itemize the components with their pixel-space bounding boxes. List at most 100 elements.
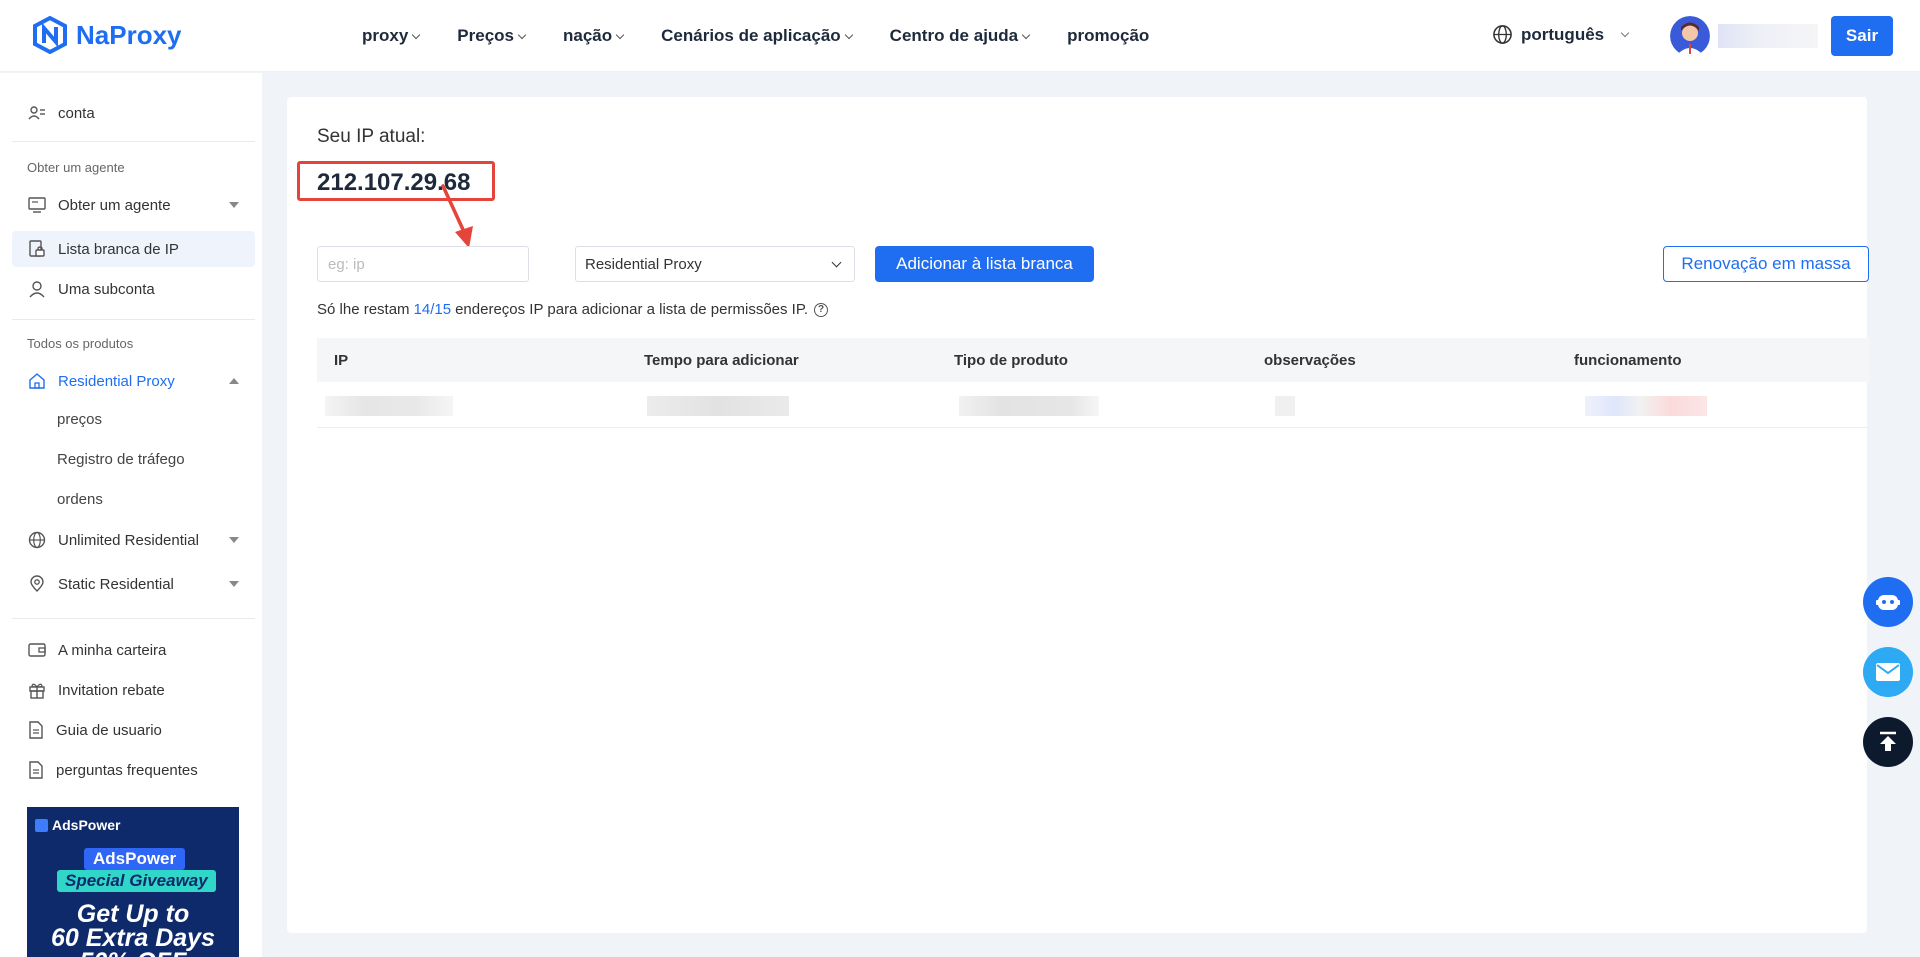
sidebar-item-user-guide[interactable]: Guia de usuario — [12, 712, 255, 748]
logo[interactable]: NaProxy — [32, 16, 182, 54]
ip-input[interactable] — [317, 246, 529, 282]
sidebar-subitem-traffic-log[interactable]: Registro de tráfego — [57, 451, 185, 468]
sidebar-item-get-agent[interactable]: Obter um agente — [12, 187, 255, 223]
logo-text: NaProxy — [76, 19, 182, 50]
sidebar-item-label: Unlimited Residential — [58, 531, 199, 549]
nav-label: proxy — [362, 26, 409, 45]
globe-icon — [1493, 25, 1512, 44]
home-icon — [29, 373, 45, 389]
user-icon — [29, 281, 45, 298]
sidebar-item-unlimited-residential[interactable]: Unlimited Residential — [12, 522, 255, 558]
product-type-select[interactable]: Residential Proxy — [575, 246, 855, 282]
ad-brand: AdsPower — [35, 817, 120, 833]
caret-up-icon — [229, 378, 239, 384]
help-icon[interactable]: ? — [814, 302, 829, 317]
nav-prices[interactable]: Preços — [457, 26, 527, 46]
document-icon — [29, 761, 43, 779]
nav-help-center[interactable]: Centro de ajuda — [889, 26, 1031, 46]
sidebar-item-label: Uma subconta — [58, 280, 155, 298]
divider — [12, 141, 255, 142]
nav-scenarios[interactable]: Cenários de aplicação — [661, 26, 853, 46]
location-pin-icon — [30, 575, 44, 592]
nav-proxy[interactable]: proxy — [362, 26, 421, 46]
sidebar-item-label: Lista branca de IP — [58, 240, 179, 258]
remain-count: 14/15 — [413, 301, 452, 318]
sidebar: conta Obter um agente Obter um agente Li… — [0, 73, 262, 957]
blurred-actions[interactable] — [1585, 396, 1707, 416]
wallet-icon — [28, 643, 46, 657]
chevron-down-icon — [615, 30, 625, 39]
sidebar-item-invitation[interactable]: Invitation rebate — [12, 672, 255, 708]
sidebar-item-static-residential[interactable]: Static Residential — [12, 566, 255, 602]
sidebar-item-account[interactable]: conta — [12, 95, 255, 131]
adspower-banner[interactable]: AdsPower AdsPower Special Giveaway Get U… — [27, 807, 239, 957]
col-notes: observações — [1264, 351, 1356, 369]
arrow-up-icon — [1880, 731, 1896, 751]
chevron-down-icon — [412, 30, 421, 39]
sidebar-item-label: Residential Proxy — [58, 372, 175, 390]
table-row — [317, 382, 1869, 428]
monitor-icon — [28, 197, 46, 213]
add-to-whitelist-button[interactable]: Adicionar à lista branca — [875, 246, 1094, 282]
whitelist-table: IP Tempo para adicionar Tipo de produto … — [317, 338, 1869, 428]
email-button[interactable] — [1863, 647, 1913, 697]
remain-prefix: Só lhe restam — [317, 301, 410, 318]
sidebar-subitem-orders[interactable]: ordens — [57, 491, 103, 508]
logout-button[interactable]: Sair — [1831, 16, 1893, 56]
ad-giveaway: Special Giveaway — [57, 870, 216, 892]
avatar[interactable] — [1670, 16, 1710, 56]
ad-pill: AdsPower — [84, 848, 186, 870]
remaining-ip-notice: Só lhe restam 14/15 endereços IP para ad… — [317, 301, 829, 318]
sidebar-item-label: Invitation rebate — [58, 681, 165, 699]
chevron-down-icon — [1620, 28, 1630, 38]
nav-label: Centro de ajuda — [889, 26, 1019, 45]
user-avatar-icon — [1670, 16, 1710, 56]
blurred-notes — [1275, 396, 1295, 416]
lock-doc-icon — [29, 240, 45, 257]
ad-headline-3: 50% OFF — [27, 949, 239, 957]
sidebar-subitem-prices[interactable]: preços — [57, 411, 102, 428]
sidebar-item-label: Static Residential — [58, 575, 174, 593]
chevron-down-icon — [831, 257, 842, 268]
annotation-arrow-icon — [441, 184, 473, 248]
divider — [12, 319, 255, 320]
col-actions: funcionamento — [1574, 351, 1682, 369]
section-label: Obter um agente — [27, 160, 125, 175]
main-nav: proxy Preços nação Cenários de aplicação… — [362, 0, 1187, 72]
col-product-type: Tipo de produto — [954, 351, 1068, 369]
nav-nation[interactable]: nação — [563, 26, 625, 46]
blurred-time — [647, 396, 789, 416]
sidebar-item-wallet[interactable]: A minha carteira — [12, 632, 255, 668]
caret-down-icon — [229, 581, 239, 587]
language-selector[interactable]: português — [1492, 24, 1630, 45]
table-header: IP Tempo para adicionar Tipo de produto … — [317, 338, 1869, 382]
gift-icon — [29, 683, 45, 699]
nav-label: Preços — [457, 26, 514, 45]
bulk-renew-button[interactable]: Renovação em massa — [1663, 246, 1869, 282]
globe-icon — [28, 531, 46, 549]
whitelist-card: Seu IP atual: 212.107.29.68 Residential … — [287, 97, 1869, 933]
sidebar-item-residential-proxy[interactable]: Residential Proxy — [12, 363, 255, 399]
back-to-top-button[interactable] — [1863, 717, 1913, 767]
blurred-ip — [325, 396, 453, 416]
col-time-added: Tempo para adicionar — [644, 351, 799, 369]
nav-promotion[interactable]: promoção — [1067, 26, 1149, 46]
chevron-down-icon — [517, 30, 527, 39]
caret-down-icon — [229, 202, 239, 208]
caret-down-icon — [229, 537, 239, 543]
mail-icon — [1876, 663, 1900, 681]
sidebar-item-subaccount[interactable]: Uma subconta — [12, 271, 255, 307]
sidebar-item-faq[interactable]: perguntas frequentes — [12, 752, 255, 788]
sidebar-item-ip-whitelist[interactable]: Lista branca de IP — [12, 231, 255, 267]
chevron-down-icon — [1021, 30, 1031, 39]
chatbot-button[interactable] — [1863, 577, 1913, 627]
adspower-logo-icon — [35, 818, 48, 832]
sidebar-item-label: conta — [58, 104, 95, 122]
section-label: Todos os produtos — [27, 336, 134, 351]
account-card-icon — [28, 106, 45, 120]
sidebar-item-label: Obter um agente — [58, 196, 171, 214]
current-ip-label: Seu IP atual: — [317, 126, 426, 147]
naproxy-logo-icon — [33, 16, 67, 54]
nav-label: Cenários de aplicação — [661, 26, 841, 45]
select-value: Residential Proxy — [585, 255, 702, 273]
